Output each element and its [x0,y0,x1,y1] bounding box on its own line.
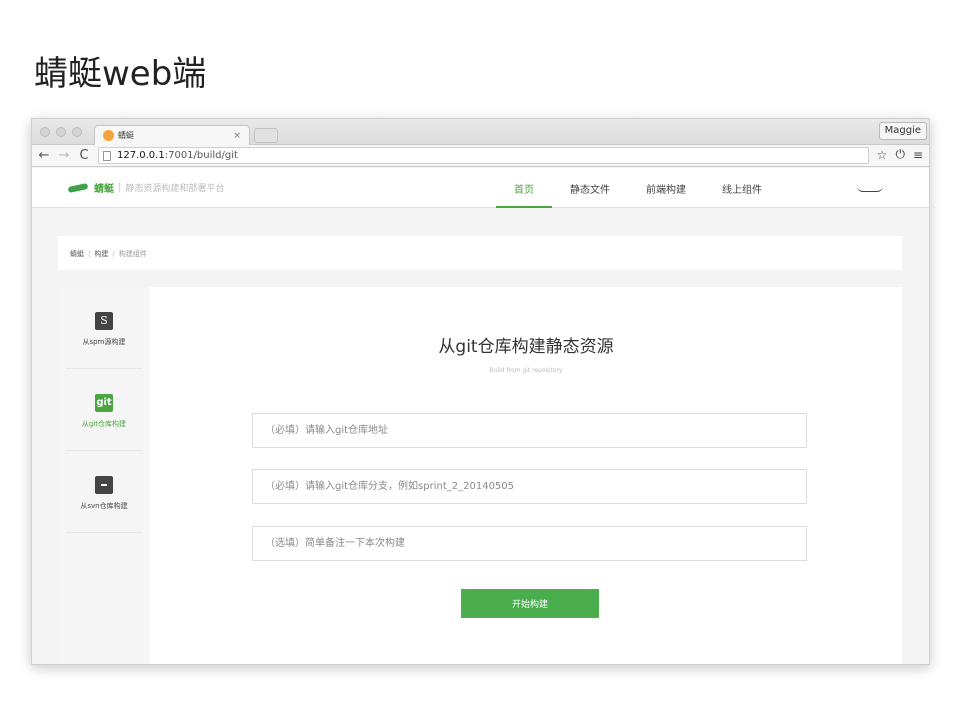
build-sidebar: S 从spm源构建 git 从git仓库构建 从svn仓库构建 [58,287,150,664]
main-panel: S 从spm源构建 git 从git仓库构建 从svn仓库构建 从git仓库构建… [58,287,902,664]
url-input[interactable]: 127.0.0.1 :7001/build/git [98,147,869,164]
tab-bar: 蜻蜓 × Maggie [32,119,929,145]
sidebar-item-spm[interactable]: S 从spm源构建 [66,287,142,369]
favicon-icon [103,130,114,141]
maximize-window-icon[interactable] [72,127,82,137]
new-tab-button[interactable] [254,128,278,143]
breadcrumb-build[interactable]: 构建 [94,250,108,258]
browser-tab[interactable]: 蜻蜓 × [94,125,250,145]
nav-online-components[interactable]: 线上组件 [704,168,780,208]
nav-frontend-build[interactable]: 前端构建 [628,168,704,208]
archive-box-icon [95,476,113,494]
back-icon[interactable]: ← [36,148,52,163]
nav-home[interactable]: 首页 [496,168,552,208]
reload-icon[interactable]: C [76,148,92,163]
git-branch-input[interactable] [252,469,807,504]
build-note-input[interactable] [252,526,807,561]
nav-static-files[interactable]: 静态文件 [552,168,628,208]
forward-icon[interactable]: → [56,148,72,163]
site-header: 蜻蜓 | 静态资源构建和部署平台 首页 静态文件 前端构建 线上组件 [32,168,929,208]
form-subtitle: Build from git repository [489,367,563,374]
logo-name: 蜻蜓 [94,184,114,195]
slide-title: 蜻蜓web端 [34,54,207,94]
breadcrumb-current: 构建组件 [118,250,147,258]
toolbar-right: ☆ ⏻ ≡ [877,147,923,162]
minimize-window-icon[interactable] [56,127,66,137]
git-repo-input[interactable] [252,413,807,448]
spm-icon: S [95,312,113,330]
tab-close-icon[interactable]: × [233,131,241,141]
tab-title: 蜻蜓 [118,131,134,140]
breadcrumb-separator: / [112,250,115,258]
logo[interactable]: 蜻蜓 | 静态资源构建和部署平台 [67,180,225,195]
user-profile-button[interactable]: Maggie [878,122,927,140]
main-nav: 首页 静态文件 前端构建 线上组件 [496,168,780,208]
star-icon[interactable]: ☆ [877,148,888,162]
window-controls [40,127,82,137]
page-icon [103,150,111,161]
breadcrumb-home[interactable]: 蜻蜓 [70,250,84,258]
avatar[interactable] [857,186,883,192]
menu-icon[interactable]: ≡ [913,148,923,162]
sidebar-item-svn[interactable]: 从svn仓库构建 [66,451,142,533]
start-build-button[interactable]: 开始构建 [461,589,599,618]
dragonfly-icon [67,182,89,193]
build-form: 从git仓库构建静态资源 Build from git repository 开… [150,287,902,664]
breadcrumb: 蜻蜓 | 构建 / 构建组件 [58,236,902,270]
breadcrumb-separator: | [88,250,91,258]
sidebar-item-label: 从git仓库构建 [81,420,127,428]
address-bar: ← → C 127.0.0.1 :7001/build/git ☆ ⏻ ≡ [32,145,929,167]
url-path: :7001/build/git [164,150,238,161]
git-icon: git [95,394,113,412]
logo-separator: | [118,182,122,193]
logo-slogan: 静态资源构建和部署平台 [125,184,225,194]
browser-window: 蜻蜓 × Maggie ← → C 127.0.0.1 :7001/build/… [31,118,930,665]
sidebar-item-label: 从spm源构建 [82,338,126,346]
sidebar-item-label: 从svn仓库构建 [80,502,128,510]
close-window-icon[interactable] [40,127,50,137]
url-host: 127.0.0.1 [117,150,165,161]
form-title: 从git仓库构建静态资源 [438,337,614,357]
sidebar-item-git[interactable]: git 从git仓库构建 [66,369,142,451]
power-icon[interactable]: ⏻ [895,147,905,162]
